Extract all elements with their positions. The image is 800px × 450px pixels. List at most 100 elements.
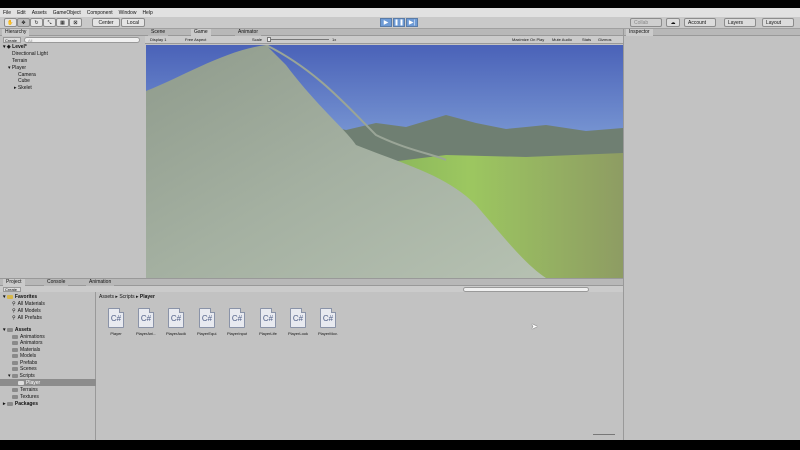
folder-label: Terrains [20, 387, 38, 393]
folder-models[interactable]: Models [12, 353, 36, 359]
display-dropdown[interactable]: Display 1 [150, 37, 166, 42]
script-file[interactable]: C# PlayerInput [227, 308, 247, 336]
csharp-script-icon: C# [290, 308, 306, 328]
menu-file[interactable]: File [3, 10, 11, 16]
item-label: Terrain [12, 58, 28, 64]
tab-scene[interactable]: Scene [148, 29, 169, 36]
gizmos-dropdown[interactable]: Gizmos [598, 37, 612, 42]
pause-icon: ❚❚ [393, 20, 405, 26]
breadcrumb-scripts[interactable]: Scripts [119, 294, 134, 300]
layout-dropdown[interactable]: Layout [762, 18, 794, 27]
script-file[interactable]: C# PlayerLife [258, 308, 278, 336]
rotate-icon: ↻ [34, 19, 39, 26]
icon-text: C# [110, 313, 122, 323]
folder-player[interactable]: Player [18, 380, 40, 386]
transform-tool-button[interactable]: ⊠ [69, 18, 82, 27]
menu-component[interactable]: Component [87, 10, 113, 16]
stats-toggle[interactable]: Stats [582, 37, 591, 42]
folder-label: Scenes [20, 366, 37, 372]
search-icon: ⚲ [12, 301, 16, 307]
script-file[interactable]: C# PlayerAudio [166, 308, 186, 336]
tab-scene-label: Scene [151, 29, 166, 35]
game-viewport[interactable] [146, 45, 623, 278]
hierarchy-item-cube[interactable]: Cube [18, 78, 30, 84]
tab-animator[interactable]: Animator [235, 29, 262, 36]
account-dropdown[interactable]: Account [684, 18, 716, 27]
rotate-tool-button[interactable]: ↻ [30, 18, 43, 27]
favorites-label: Favorites [14, 294, 38, 300]
folder-icon [6, 402, 13, 406]
play-button[interactable]: ▶ [380, 18, 392, 27]
folder-icon [12, 354, 18, 358]
folder-animators[interactable]: Animators [12, 340, 43, 346]
step-button[interactable]: ▶| [406, 18, 418, 27]
folder-icon [12, 388, 18, 392]
tab-console-label: Console [47, 279, 66, 285]
aspect-dropdown[interactable]: Free Aspect [185, 37, 206, 42]
rect-tool-button[interactable]: ▦ [56, 18, 69, 27]
menu-help[interactable]: Help [142, 10, 152, 16]
script-file[interactable]: C# PlayerMov... [318, 308, 338, 336]
collab-button[interactable]: Collab [630, 18, 662, 27]
cloud-button[interactable]: ☁ [666, 18, 680, 27]
hand-tool-button[interactable]: ✋ [4, 18, 17, 27]
icon-size-slider[interactable] [593, 434, 615, 435]
assets-label: Assets [14, 327, 32, 333]
favorite-label: All Prefabs [17, 315, 42, 321]
pivot-toggle[interactable]: Center [92, 18, 120, 27]
menu-window[interactable]: Window [119, 10, 137, 16]
maximize-on-play-toggle[interactable]: Maximize On Play [512, 37, 544, 42]
folder-scenes[interactable]: Scenes [12, 366, 37, 372]
tab-animation[interactable]: Animation [86, 279, 115, 286]
menu-edit[interactable]: Edit [17, 10, 26, 16]
star-icon [6, 295, 13, 299]
favorites-row[interactable]: ▾ Favorites [3, 294, 37, 300]
favorite-all-models[interactable]: ⚲ All Models [12, 308, 41, 314]
tab-hierarchy[interactable]: Hierarchy [2, 29, 30, 36]
assets-row[interactable]: ▾ Assets [3, 327, 31, 333]
tab-project[interactable]: Project [3, 279, 25, 286]
menu-gameobject[interactable]: GameObject [53, 10, 81, 16]
transform-icon: ⊠ [73, 19, 78, 26]
favorite-all-prefabs[interactable]: ⚲ All Prefabs [12, 315, 42, 321]
script-file[interactable]: C# PlayerAni... [136, 308, 156, 336]
tab-console[interactable]: Console [44, 279, 69, 286]
move-tool-button[interactable]: ✥ [17, 18, 30, 27]
scale-slider-thumb[interactable] [267, 37, 271, 42]
folder-label: Models [20, 353, 37, 359]
mute-audio-toggle[interactable]: Mute Audio [552, 37, 572, 42]
inspector-tabbar: Inspector [624, 29, 800, 36]
pause-button[interactable]: ❚❚ [393, 18, 405, 27]
game-tabbar: Scene Game Animator [145, 29, 623, 36]
tab-inspector[interactable]: Inspector [626, 29, 653, 36]
script-file[interactable]: C# PlayerLook [288, 308, 308, 336]
favorite-all-materials[interactable]: ⚲ All Materials [12, 301, 45, 307]
hierarchy-item-player[interactable]: ▾ Player [8, 65, 26, 71]
hierarchy-panel: Hierarchy Create All ▾ ◈ Level* Directio… [0, 29, 145, 278]
csharp-script-icon: C# [260, 308, 276, 328]
hierarchy-search-input[interactable]: All [24, 37, 140, 43]
space-toggle[interactable]: Local [121, 18, 145, 27]
scene-row[interactable]: ▾ ◈ Level* [3, 44, 27, 50]
breadcrumb-player[interactable]: Player [140, 294, 155, 300]
scale-label: Scale [252, 37, 263, 42]
folder-textures[interactable]: Textures [12, 394, 39, 400]
script-file[interactable]: C# PlayerEqui... [197, 308, 217, 336]
tab-animator-label: Animator [238, 29, 259, 35]
tab-game-label: Game [194, 29, 208, 35]
packages-row[interactable]: ▸ Packages [3, 401, 38, 407]
folder-terrains[interactable]: Terrains [12, 387, 38, 393]
scale-tool-button[interactable]: ⤡ [43, 18, 56, 27]
hierarchy-item-skelet[interactable]: ▸ Skelet [14, 85, 32, 91]
hierarchy-item-directional-light[interactable]: Directional Light [12, 51, 48, 57]
layers-dropdown[interactable]: Layers [724, 18, 756, 27]
menu-assets[interactable]: Assets [32, 10, 47, 16]
file-label: PlayerLook [288, 331, 308, 336]
hierarchy-create-button[interactable]: Create [3, 37, 21, 43]
folder-icon [12, 348, 18, 352]
scale-slider[interactable] [267, 37, 329, 42]
breadcrumb-assets[interactable]: Assets [99, 294, 114, 300]
tab-game[interactable]: Game [191, 29, 211, 36]
script-file[interactable]: C# Player [106, 308, 126, 336]
hierarchy-item-terrain[interactable]: Terrain [12, 58, 27, 64]
